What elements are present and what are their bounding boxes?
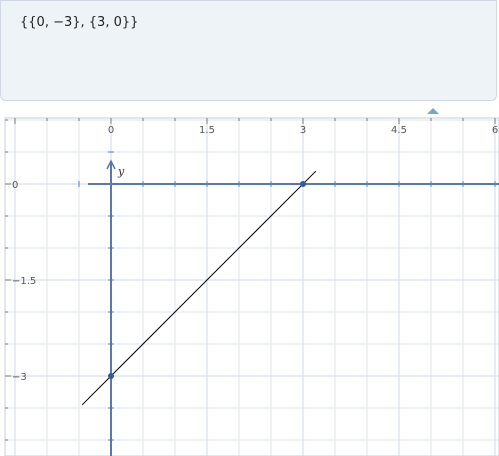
x-tick-label: 6 [492, 125, 498, 136]
x-tick-label: 3 [300, 125, 306, 136]
plotted-line [81, 170, 317, 406]
data-point [300, 181, 306, 187]
panel-divider [0, 101, 499, 107]
graph-canvas[interactable]: y 0 1.5 3 4.5 6 0 −1.5 −3 [0, 115, 499, 456]
input-cell[interactable]: {{0, −3}, {3, 0}} [0, 0, 497, 101]
x-tick-label: 4.5 [391, 125, 407, 136]
x-tick-label: 0 [108, 125, 114, 136]
y-tick-label: −3 [12, 372, 27, 383]
grid-minor [5, 118, 499, 456]
resize-handle-icon[interactable] [427, 108, 439, 114]
y-tick-label: −1.5 [12, 276, 36, 287]
x-tick-label: 1.5 [199, 125, 215, 136]
graph-view[interactable]: y 0 1.5 3 4.5 6 0 −1.5 −3 [0, 115, 499, 456]
data-point [108, 373, 114, 379]
y-tick-label: 0 [12, 180, 18, 191]
input-expression[interactable]: {{0, −3}, {3, 0}} [20, 15, 138, 30]
y-axis-name: y [117, 165, 125, 178]
plot-data [81, 170, 317, 406]
